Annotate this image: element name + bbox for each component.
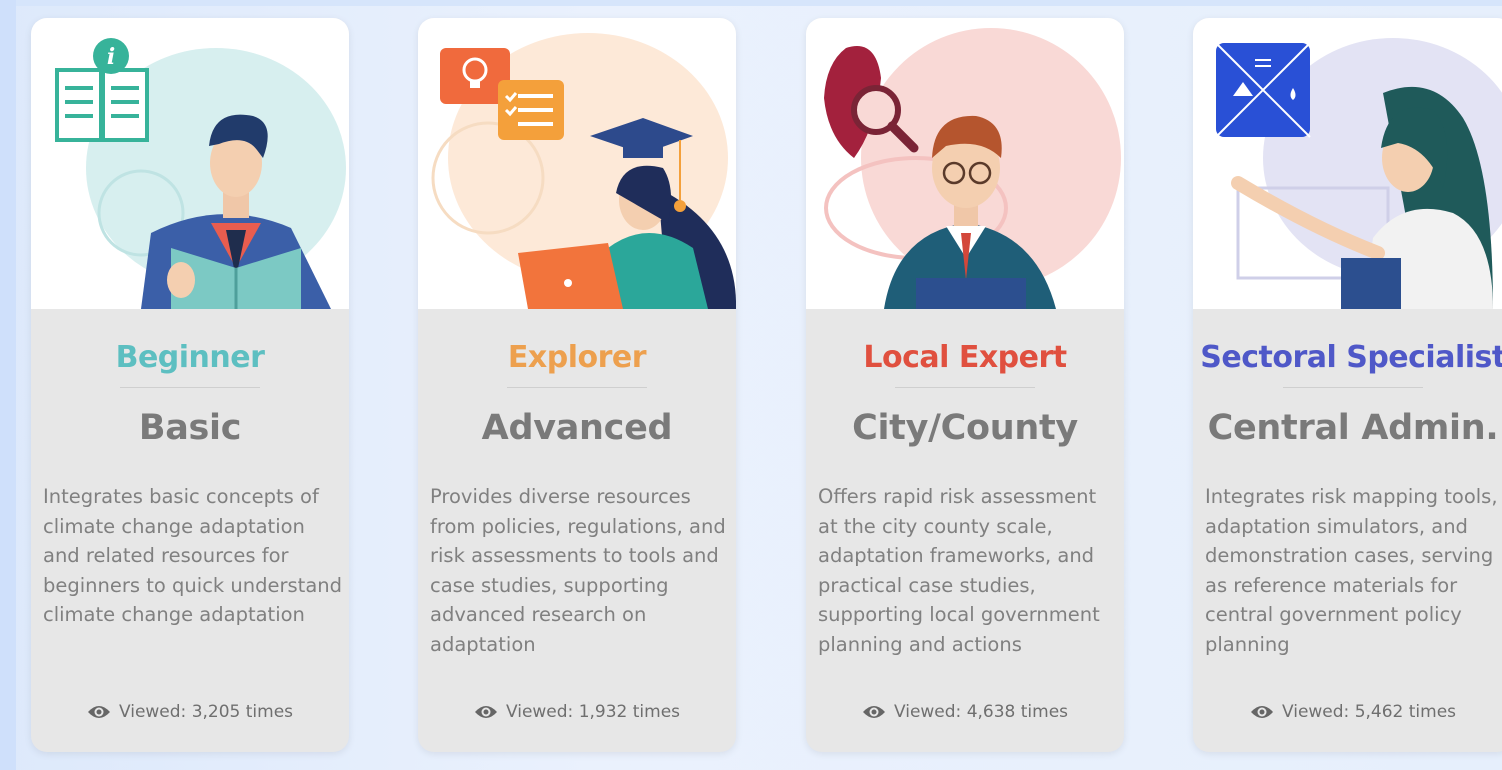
level-title: Advanced xyxy=(481,408,673,448)
card-description: Offers rapid risk assessment at the city… xyxy=(818,485,1100,656)
sector-grid-icon xyxy=(1215,42,1311,138)
card-description: Integrates risk mapping tools, adaptatio… xyxy=(1205,485,1498,656)
view-count-text: Viewed: 3,205 times xyxy=(118,702,294,722)
role-title: Beginner xyxy=(115,340,265,375)
role-title: Explorer xyxy=(507,340,647,375)
view-count: Viewed: 5,462 times xyxy=(1193,702,1502,725)
title-divider xyxy=(1283,387,1423,388)
card-description: Integrates basic concepts of climate cha… xyxy=(43,485,343,627)
view-count: Viewed: 1,932 times xyxy=(418,702,736,725)
eye-icon xyxy=(862,704,886,725)
local-expert-illustration xyxy=(806,18,1124,309)
svg-text:i: i xyxy=(107,44,115,70)
card-local-expert[interactable]: Local Expert City/County Offers rapid ri… xyxy=(806,18,1124,752)
role-title: Sectoral Specialist xyxy=(1200,340,1502,375)
title-divider xyxy=(895,387,1035,388)
beginner-illustration: i xyxy=(31,18,349,309)
sectoral-specialist-illustration-art xyxy=(1215,38,1502,309)
card-description: Provides diverse resources from policies… xyxy=(430,485,726,656)
local-expert-illustration-art xyxy=(824,28,1121,309)
view-count-text: Viewed: 5,462 times xyxy=(1281,702,1457,722)
level-title: Basic xyxy=(138,408,242,448)
sectoral-specialist-illustration xyxy=(1193,18,1502,309)
view-count: Viewed: 4,638 times xyxy=(806,702,1124,725)
eye-icon xyxy=(1250,704,1274,725)
explorer-illustration xyxy=(418,18,736,309)
card-beginner[interactable]: i Beginner Basic Integrates basic concep… xyxy=(31,18,349,752)
level-title: City/County xyxy=(852,408,1078,448)
beginner-illustration-art: i xyxy=(55,38,346,309)
persona-card-list: i Beginner Basic Integrates basic concep… xyxy=(0,0,1502,770)
card-explorer[interactable]: Explorer Advanced Provides diverse resou… xyxy=(418,18,736,752)
card-sectoral-specialist[interactable]: Sectoral Specialist Central Admin. Integ… xyxy=(1193,18,1502,752)
view-count: Viewed: 3,205 times xyxy=(31,702,349,725)
view-count-text: Viewed: 1,932 times xyxy=(505,702,681,722)
view-count-text: Viewed: 4,638 times xyxy=(893,702,1069,722)
eye-icon xyxy=(474,704,498,725)
role-title: Local Expert xyxy=(863,340,1067,375)
info-book-icon: i xyxy=(55,38,149,142)
level-title: Central Admin. xyxy=(1207,408,1499,448)
title-divider xyxy=(120,387,260,388)
title-divider xyxy=(507,387,647,388)
explorer-illustration-art xyxy=(431,33,736,309)
eye-icon xyxy=(87,704,111,725)
